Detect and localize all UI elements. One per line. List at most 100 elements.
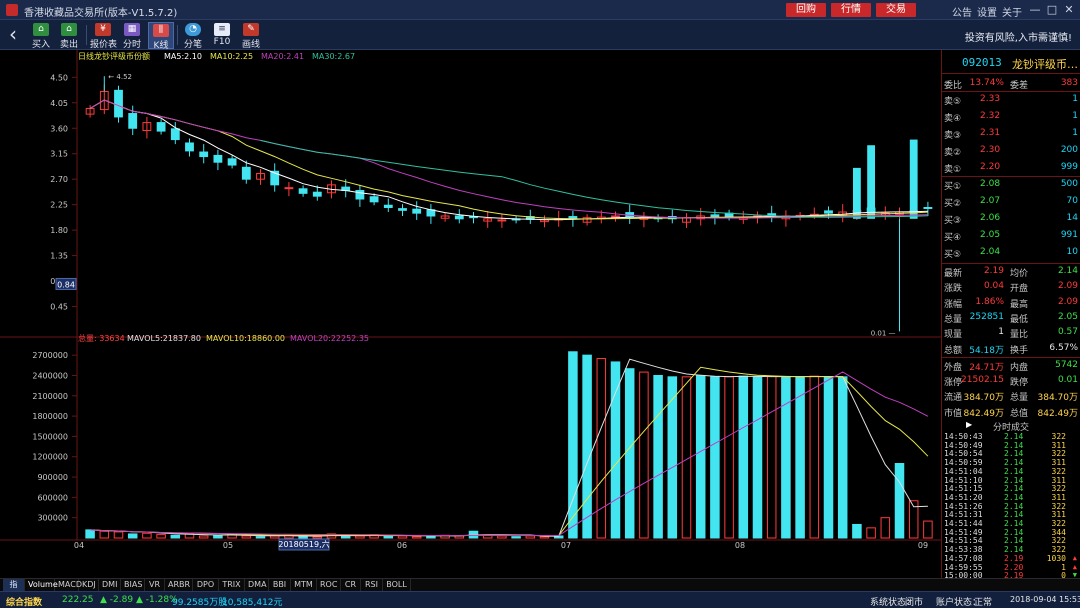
quotes-button[interactable]: 行情 <box>831 3 871 17</box>
stat-row: 总额 54.18万 换手 6.57% <box>942 341 1080 357</box>
volume-bar <box>99 530 110 539</box>
stat-value: 384.70万 <box>1037 393 1079 404</box>
trade-time: 14:51:49 <box>944 527 983 537</box>
volume-tick-label: 600000 <box>37 493 68 502</box>
volume-bar <box>724 376 734 539</box>
volume-bar <box>738 375 749 539</box>
trade-time: 14:53:38 <box>944 545 983 555</box>
trades-header[interactable]: ▶ 分时成交 <box>942 420 1080 433</box>
stat-label: 涨幅 <box>944 299 963 310</box>
back-arrow-icon[interactable]: ‹ <box>4 23 22 47</box>
trade-price: 2.14 <box>1004 536 1024 546</box>
index-value: 222.25 <box>62 595 94 605</box>
quote-panel: 092013 龙钞评级币… 委比 13.74% 委差 383 卖⑤ 2.33 1 卖④ 2.32… <box>942 50 1080 580</box>
volume-bar <box>355 535 365 539</box>
bid-price: 2.05 <box>980 230 1001 240</box>
repurchase-button[interactable]: 回购 <box>786 3 826 17</box>
trade-time: 14:51:54 <box>944 536 983 546</box>
price-tick-label: 1.35 <box>50 252 68 261</box>
index-label: 综合指数 <box>6 598 43 608</box>
trade-time: 14:51:26 <box>944 501 983 511</box>
volume-bar <box>809 375 820 539</box>
volume-bar <box>156 534 166 539</box>
volume-tick-label: 300000 <box>37 514 68 523</box>
bid-volume: 70 <box>1066 196 1078 206</box>
toolbar: ‹ ⌂ 买入 ⌂ 卖出 ¥ 报价表 ▦ 分时 ⫼ K线 ◔ 分笔 ≡ F10 ✎… <box>0 20 1080 51</box>
tick-button[interactable]: ◔ 分笔 <box>180 22 206 50</box>
candle-body <box>398 208 407 211</box>
price-tick-label: 2.70 <box>50 175 68 184</box>
trade-time: 14:50:49 <box>944 440 983 450</box>
bid-row: 买④ 2.05 991 <box>942 228 1080 244</box>
datetime: 2018-09-04 15:53:27 <box>1010 595 1080 604</box>
volume-bar <box>781 376 791 539</box>
timeshare-icon: ▦ <box>124 23 140 36</box>
x-tick-label: 09 <box>918 541 928 550</box>
sell-button[interactable]: ⌂ 卖出 <box>56 22 82 50</box>
ask-label: 卖① <box>944 165 962 175</box>
bid-row: 买③ 2.06 14 <box>942 211 1080 227</box>
stat-label: 总额 <box>944 345 963 356</box>
trade-button[interactable]: 交易 <box>876 3 916 17</box>
draw-line-button[interactable]: ✎ 画线 <box>238 22 264 50</box>
stat-value: 842.49万 <box>963 408 1005 419</box>
candle-body <box>170 128 180 141</box>
index-change: ▲ -2.89 <box>100 595 134 605</box>
volume-tick-label: 900000 <box>37 473 68 482</box>
ask-label: 卖④ <box>944 114 962 124</box>
trade-row: 14:51:20 2.14 311 <box>942 493 1080 502</box>
trade-time: 14:57:08 <box>944 553 983 563</box>
stat-label: 市值 <box>944 408 963 419</box>
volume-bar <box>269 535 280 539</box>
settings-link[interactable]: 设置 <box>977 4 997 19</box>
announcement-link[interactable]: 公告 <box>952 4 972 19</box>
app-icon <box>6 4 18 16</box>
kline-chart[interactable]: 4.504.053.603.152.702.251.801.350.900.45… <box>0 50 942 578</box>
kline-chart-area[interactable]: 4.504.053.603.152.702.251.801.350.900.45… <box>0 50 942 578</box>
stock-header: 092013 龙钞评级币… <box>942 50 1080 74</box>
kline-button[interactable]: ⫼ K线 <box>148 22 174 51</box>
stat-label: 外盘 <box>944 362 963 373</box>
stat-label: 开盘 <box>1010 284 1029 295</box>
high-marker: ← 4.52 <box>108 73 132 81</box>
close-icon[interactable]: ✕ <box>1062 3 1076 16</box>
candle-body <box>923 206 933 209</box>
volume-bar <box>397 535 408 539</box>
ask-label: 卖③ <box>944 131 962 141</box>
ask-price: 2.30 <box>980 145 1001 155</box>
timeshare-label: 分时 <box>122 40 141 50</box>
bid-label: 买④ <box>944 233 962 243</box>
f10-icon: ≡ <box>214 23 230 36</box>
ask-row: 卖⑤ 2.33 1 <box>942 92 1080 108</box>
f10-button[interactable]: ≡ F10 <box>209 22 235 49</box>
trade-price: 2.14 <box>1004 432 1024 441</box>
volume-bar <box>198 535 209 539</box>
stat-value: 21502.15 <box>961 375 1004 386</box>
stat-value: 2.19 <box>983 266 1004 276</box>
stat-value: 2.09 <box>1057 281 1078 292</box>
volume-bar <box>170 534 181 539</box>
volume-legend-label: MAVOL20:22252.35 <box>290 334 369 343</box>
trade-volume: 322 <box>1051 545 1066 555</box>
status-bar: 综合指数 222.25 ▲ -2.89 ▲ -1.28% 99.2585万股 1… <box>0 591 1080 608</box>
quote-table-button[interactable]: ¥ 报价表 <box>90 22 117 50</box>
trade-price: 2.14 <box>1004 510 1024 520</box>
maximize-icon[interactable]: □ <box>1045 3 1059 16</box>
buy-button[interactable]: ⌂ 买入 <box>28 22 54 50</box>
minimize-icon[interactable]: — <box>1028 3 1042 16</box>
timeshare-button[interactable]: ▦ 分时 <box>119 22 145 50</box>
trade-row: 14:50:49 2.14 311 <box>942 441 1080 450</box>
volume-bar <box>582 354 592 539</box>
stat-value: 5742 <box>1055 359 1078 370</box>
about-link[interactable]: 关于 <box>1002 4 1022 19</box>
expand-triangle-icon[interactable]: ▶ <box>966 420 972 429</box>
title-bar: 香港收藏品交易所(版本-V1.5.7.2) 回购 行情 交易 公告 设置 关于 … <box>0 0 1080 20</box>
wei-cha-value: 383 <box>1060 78 1078 88</box>
trade-price: 2.14 <box>1004 527 1024 537</box>
stat-row: 最新 2.19 均价 2.14 <box>942 264 1080 280</box>
trade-volume: 322 <box>1051 432 1066 441</box>
trade-volume: 322 <box>1051 484 1066 494</box>
trade-row: 14:51:31 2.14 311 <box>942 510 1080 519</box>
trade-time: 14:51:20 <box>944 492 983 502</box>
stat-value: 6.57% <box>1049 342 1078 353</box>
